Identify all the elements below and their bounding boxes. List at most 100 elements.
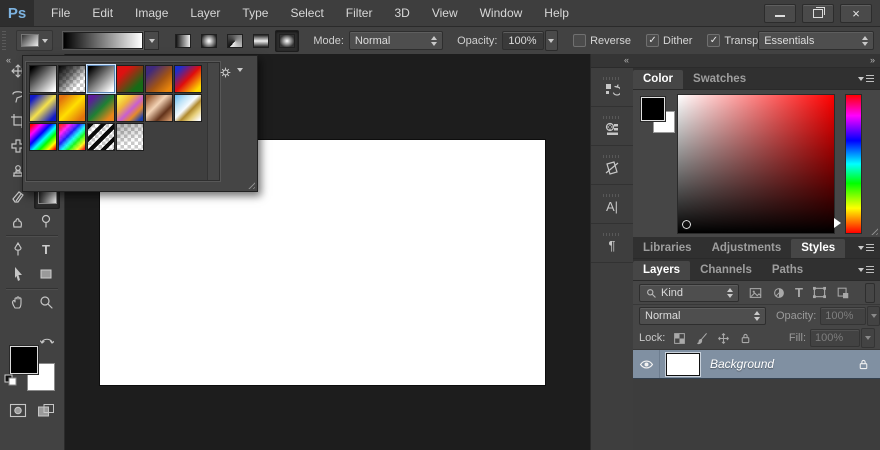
menu-help[interactable]: Help xyxy=(533,0,580,26)
layer-visibility-toggle[interactable] xyxy=(633,350,660,378)
lock-transparent-pixels-button[interactable] xyxy=(673,332,686,345)
menu-file[interactable]: File xyxy=(40,0,81,26)
gradient-swatch-blue-red-yellow[interactable] xyxy=(174,65,202,93)
gradient-picker-settings-button[interactable] xyxy=(219,66,243,79)
color-foreground-swatch[interactable] xyxy=(641,97,665,121)
menu-select[interactable]: Select xyxy=(279,0,334,26)
gradient-swatch-foreground-to-transparent[interactable] xyxy=(58,65,86,93)
filter-kind-select[interactable]: Kind xyxy=(639,284,739,302)
filter-adjustment-layers-button[interactable] xyxy=(772,286,786,300)
default-colors-icon[interactable] xyxy=(4,374,17,386)
gradient-preview[interactable] xyxy=(63,32,143,49)
reflected-gradient-button[interactable] xyxy=(249,30,273,52)
lock-position-button[interactable] xyxy=(717,332,730,345)
tab-styles[interactable]: Styles xyxy=(791,239,845,258)
screen-mode-button[interactable] xyxy=(34,399,58,421)
tab-libraries[interactable]: Libraries xyxy=(633,239,702,258)
panel-menu-button[interactable] xyxy=(858,265,874,274)
hand-tool[interactable] xyxy=(6,291,30,313)
smudge-tool[interactable] xyxy=(6,210,30,232)
gradient-picker-scrollbar[interactable] xyxy=(207,63,219,180)
opacity-input[interactable]: 100% xyxy=(502,31,543,50)
filter-pixel-layers-button[interactable] xyxy=(748,286,763,300)
angle-gradient-button[interactable] xyxy=(223,30,247,52)
menu-view[interactable]: View xyxy=(421,0,469,26)
layer-opacity-input[interactable]: 100% xyxy=(820,307,866,325)
tab-channels[interactable]: Channels xyxy=(690,261,762,280)
close-button[interactable]: × xyxy=(840,4,872,23)
hue-ramp[interactable] xyxy=(845,94,862,234)
gradient-swatch-spectrum[interactable] xyxy=(29,123,57,151)
layer-opacity-dropdown[interactable] xyxy=(867,306,880,326)
tab-swatches[interactable]: Swatches xyxy=(683,70,756,89)
tab-color[interactable]: Color xyxy=(633,70,683,89)
color-field-cursor[interactable] xyxy=(681,219,692,230)
layer-name[interactable]: Background xyxy=(710,357,774,371)
dock-collapse-button[interactable]: » xyxy=(633,54,880,68)
saturation-brightness-field[interactable] xyxy=(677,94,835,234)
tab-layers[interactable]: Layers xyxy=(633,261,690,280)
foreground-color-swatch[interactable] xyxy=(10,346,38,374)
opacity-dropdown-button[interactable] xyxy=(545,30,558,51)
gradient-swatch-red-green[interactable] xyxy=(116,65,144,93)
gradient-swatch-transparent-rainbow[interactable] xyxy=(58,123,86,151)
quick-mask-button[interactable] xyxy=(6,399,30,421)
dodge-tool[interactable] xyxy=(34,210,58,232)
panel-menu-button[interactable] xyxy=(858,74,874,83)
dock-expand-button[interactable]: « xyxy=(591,54,633,68)
filter-toggle-switch[interactable] xyxy=(865,283,875,303)
gradient-swatch-black-white[interactable] xyxy=(87,65,115,93)
gradient-swatch-yellow-violet-orange-blue[interactable] xyxy=(116,94,144,122)
diamond-gradient-button[interactable] xyxy=(275,30,299,52)
filter-smart-objects-button[interactable] xyxy=(836,286,850,300)
filter-type-layers-button[interactable]: T xyxy=(795,285,803,300)
menu-type[interactable]: Type xyxy=(231,0,279,26)
gradient-swatch-transparent-stripes[interactable] xyxy=(87,123,115,151)
layer-blend-mode-select[interactable]: Normal xyxy=(639,307,766,325)
gradient-swatch-violet-green-orange[interactable] xyxy=(87,94,115,122)
layer-fill-dropdown[interactable] xyxy=(861,328,875,348)
gradient-swatch-neutral-density[interactable] xyxy=(116,123,144,151)
layer-row-background[interactable]: Background xyxy=(633,350,880,379)
history-panel-button[interactable] xyxy=(591,68,633,107)
layer-thumbnail[interactable] xyxy=(666,353,700,376)
menu-filter[interactable]: Filter xyxy=(335,0,384,26)
menu-3d[interactable]: 3D xyxy=(383,0,420,26)
filter-shape-layers-button[interactable] xyxy=(812,286,827,299)
type-tool[interactable]: T xyxy=(34,238,58,260)
zoom-tool[interactable] xyxy=(34,291,58,313)
gradient-swatch-blue-yellow-blue[interactable] xyxy=(29,94,57,122)
linear-gradient-button[interactable] xyxy=(171,30,195,52)
pen-tool[interactable] xyxy=(6,238,30,260)
character-panel-button[interactable]: A| xyxy=(591,185,633,224)
menu-edit[interactable]: Edit xyxy=(81,0,124,26)
gradient-swatch-foreground-to-background[interactable] xyxy=(29,65,57,93)
gradient-swatch-orange-yellow-orange[interactable] xyxy=(58,94,86,122)
lock-all-button[interactable] xyxy=(739,332,752,345)
minimize-button[interactable] xyxy=(764,4,796,23)
menu-window[interactable]: Window xyxy=(469,0,534,26)
transparency-checkbox[interactable]: ✓ xyxy=(707,34,720,47)
reverse-checkbox[interactable] xyxy=(573,34,586,47)
path-selection-tool[interactable] xyxy=(6,263,30,285)
gradient-swatch-violet-orange[interactable] xyxy=(145,65,173,93)
restore-button[interactable] xyxy=(802,4,834,23)
panel-menu-button[interactable] xyxy=(858,243,874,252)
radial-gradient-button[interactable] xyxy=(197,30,221,52)
tab-adjustments[interactable]: Adjustments xyxy=(702,239,792,258)
tab-paths[interactable]: Paths xyxy=(762,261,813,280)
lock-image-pixels-button[interactable] xyxy=(695,332,708,345)
gradient-swatch-copper[interactable] xyxy=(145,94,173,122)
paragraph-panel-button[interactable]: ¶ xyxy=(591,224,633,263)
layer-fill-input[interactable]: 100% xyxy=(810,329,860,347)
rectangle-tool[interactable] xyxy=(34,263,58,285)
menu-image[interactable]: Image xyxy=(124,0,179,26)
tool-preset-picker[interactable] xyxy=(16,30,53,51)
workspace-select[interactable]: Essentials xyxy=(758,31,874,50)
panel-resize-grip[interactable] xyxy=(869,226,878,235)
popup-resize-grip[interactable] xyxy=(246,180,255,189)
gradient-picker-arrow[interactable] xyxy=(144,31,159,50)
dither-checkbox[interactable]: ✓ xyxy=(646,34,659,47)
menu-layer[interactable]: Layer xyxy=(179,0,231,26)
blend-mode-select[interactable]: Normal xyxy=(349,31,443,50)
